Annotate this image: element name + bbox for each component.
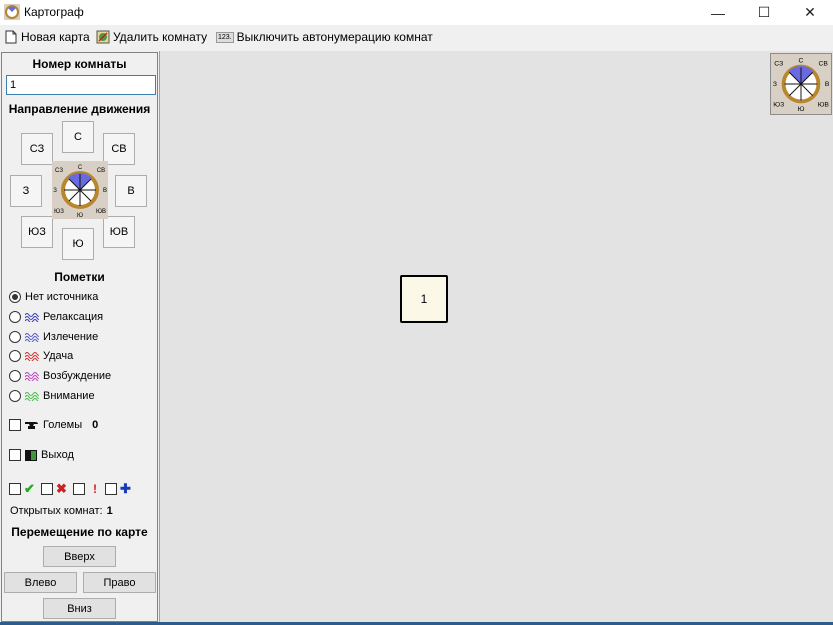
anvil-icon xyxy=(25,422,38,429)
radio-button[interactable] xyxy=(9,331,21,343)
radio-button[interactable] xyxy=(9,390,21,402)
exclamation-icon: ! xyxy=(93,482,97,496)
autonumber-icon: 123. xyxy=(216,31,234,43)
delete-room-label: Удалить комнату xyxy=(113,30,208,44)
direction-e-button[interactable]: В xyxy=(115,175,147,207)
toggle-autonumber-button[interactable]: 123. Выключить автонумерацию комнат xyxy=(216,28,433,46)
direction-se-button[interactable]: ЮВ xyxy=(103,216,135,248)
new-map-button[interactable]: Новая карта xyxy=(4,28,90,46)
direction-sw-button[interactable]: ЮЗ xyxy=(21,216,53,248)
luck-wave-icon xyxy=(25,352,39,361)
compass-s-label: Ю xyxy=(77,213,83,219)
mark-option-luck[interactable]: Удача xyxy=(9,348,73,364)
golems-count: 0 xyxy=(92,419,99,431)
move-right-button[interactable]: Право xyxy=(83,572,156,593)
mark-option-excitement[interactable]: Возбуждение xyxy=(9,368,111,384)
radio-button[interactable] xyxy=(9,291,21,303)
exit-door-icon xyxy=(25,449,37,461)
minimap-n-label: С xyxy=(799,58,804,65)
golems-label: Големы xyxy=(43,419,83,431)
golems-option[interactable]: Големы 0 xyxy=(9,419,98,431)
toggle-autonumber-label: Выключить автонумерацию комнат xyxy=(236,30,433,44)
flag-plus-checkbox[interactable] xyxy=(105,483,117,495)
nav-title: Перемещение по карте xyxy=(11,525,148,539)
flag-cross-checkbox[interactable] xyxy=(41,483,53,495)
title-bar: Картограф — ☐ ✕ xyxy=(0,0,833,25)
flag-check-checkbox[interactable] xyxy=(9,483,21,495)
minimap-e-label: В xyxy=(825,81,830,88)
mark-label: Удача xyxy=(43,350,74,362)
delete-room-icon xyxy=(96,30,110,44)
radio-button[interactable] xyxy=(9,350,21,362)
sidebar: Номер комнаты Направление движения С СЗ … xyxy=(1,52,158,622)
attention-wave-icon xyxy=(25,392,39,401)
move-down-button[interactable]: Вниз xyxy=(43,598,116,619)
compass-nw-label: СЗ xyxy=(55,168,63,174)
direction-w-button[interactable]: З xyxy=(10,175,42,207)
exit-label: Выход xyxy=(41,449,74,461)
close-button[interactable]: ✕ xyxy=(787,0,833,25)
radio-button[interactable] xyxy=(9,311,21,323)
mark-label: Релаксация xyxy=(43,311,104,323)
mark-label: Нет источника xyxy=(25,291,99,303)
red-cross-icon: ✖ xyxy=(56,481,67,496)
mark-option-relaxation[interactable]: Релаксация xyxy=(9,309,103,325)
marks-title: Пометки xyxy=(54,270,105,284)
toolbar: Новая карта Удалить комнату 123. Выключи… xyxy=(0,25,833,49)
excitement-wave-icon xyxy=(25,372,39,381)
compass-n-label: С xyxy=(78,165,83,171)
direction-nw-button[interactable]: СЗ xyxy=(21,133,53,165)
compass-sw-label: ЮЗ xyxy=(54,209,64,215)
mark-option-attention[interactable]: Внимание xyxy=(9,388,95,404)
move-left-button[interactable]: Влево xyxy=(4,572,77,593)
minimap-nw-label: СЗ xyxy=(774,61,783,68)
golems-checkbox[interactable] xyxy=(9,419,21,431)
direction-title: Направление движения xyxy=(8,102,151,116)
opened-rooms-count: 1 xyxy=(106,505,113,517)
compass-ne-label: СВ xyxy=(97,168,105,174)
compass-w-label: З xyxy=(53,188,57,194)
new-map-label: Новая карта xyxy=(21,30,90,44)
mark-label: Внимание xyxy=(43,390,95,402)
compass-e-label: В xyxy=(103,188,107,194)
maximize-button[interactable]: ☐ xyxy=(741,0,787,25)
checkmark-icon: ✔ xyxy=(24,481,35,496)
exit-option[interactable]: Выход xyxy=(9,449,74,461)
mark-label: Возбуждение xyxy=(43,370,112,382)
direction-n-button[interactable]: С xyxy=(62,121,94,153)
flag-options: ✔ ✖ ! ✚ xyxy=(9,481,134,497)
mark-option-healing[interactable]: Излечение xyxy=(9,329,98,345)
healing-wave-icon xyxy=(25,333,39,342)
minimap-se-label: ЮВ xyxy=(818,101,830,108)
flag-exclamation-checkbox[interactable] xyxy=(73,483,85,495)
mark-label: Излечение xyxy=(43,331,99,343)
app-compass-icon xyxy=(4,4,20,20)
delete-room-button[interactable]: Удалить комнату xyxy=(96,28,207,46)
minimap-ne-label: СВ xyxy=(819,61,829,68)
blue-plus-icon: ✚ xyxy=(120,481,131,496)
compass-icon: С СВ СЗ З В ЮЗ Ю ЮВ xyxy=(52,161,108,219)
minimap-compass-icon: С СВ СЗ З В ЮЗ Ю ЮВ xyxy=(770,53,832,115)
window-title: Картограф xyxy=(24,5,84,19)
minimap-sw-label: ЮЗ xyxy=(773,101,784,108)
map-canvas[interactable] xyxy=(159,51,833,622)
direction-s-button[interactable]: Ю xyxy=(62,228,94,260)
exit-checkbox[interactable] xyxy=(9,449,21,461)
move-up-button[interactable]: Вверх xyxy=(43,546,116,567)
mark-option-none[interactable]: Нет источника xyxy=(9,289,98,305)
radio-button[interactable] xyxy=(9,370,21,382)
room-number-input[interactable] xyxy=(6,75,156,95)
room-number-title: Номер комнаты xyxy=(32,57,127,71)
new-document-icon xyxy=(5,30,17,44)
map-room[interactable]: 1 xyxy=(400,275,448,323)
compass-se-label: ЮВ xyxy=(96,209,106,215)
opened-rooms-status: Открытых комнат: 1 xyxy=(10,505,113,517)
minimap-s-label: Ю xyxy=(798,106,805,113)
minimap-w-label: З xyxy=(773,81,777,88)
opened-rooms-label: Открытых комнат: xyxy=(10,505,103,517)
minimize-button[interactable]: — xyxy=(695,0,741,25)
relaxation-wave-icon xyxy=(25,313,39,322)
